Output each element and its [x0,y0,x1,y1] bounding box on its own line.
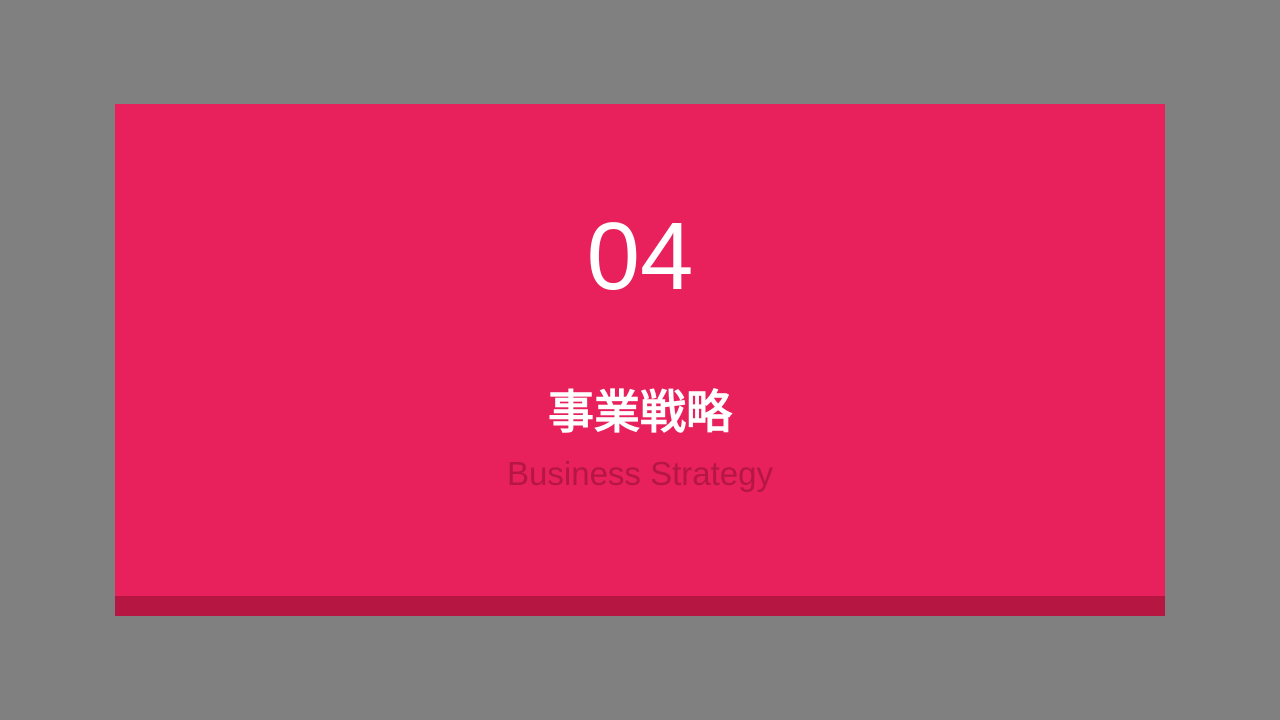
section-subtitle: Business Strategy [507,455,773,492]
section-title: 事業戦略 [548,385,732,439]
section-card: 04 事業戦略 Business Strategy [115,104,1165,616]
section-number: 04 [586,203,694,310]
card-footer-band [115,596,1165,616]
